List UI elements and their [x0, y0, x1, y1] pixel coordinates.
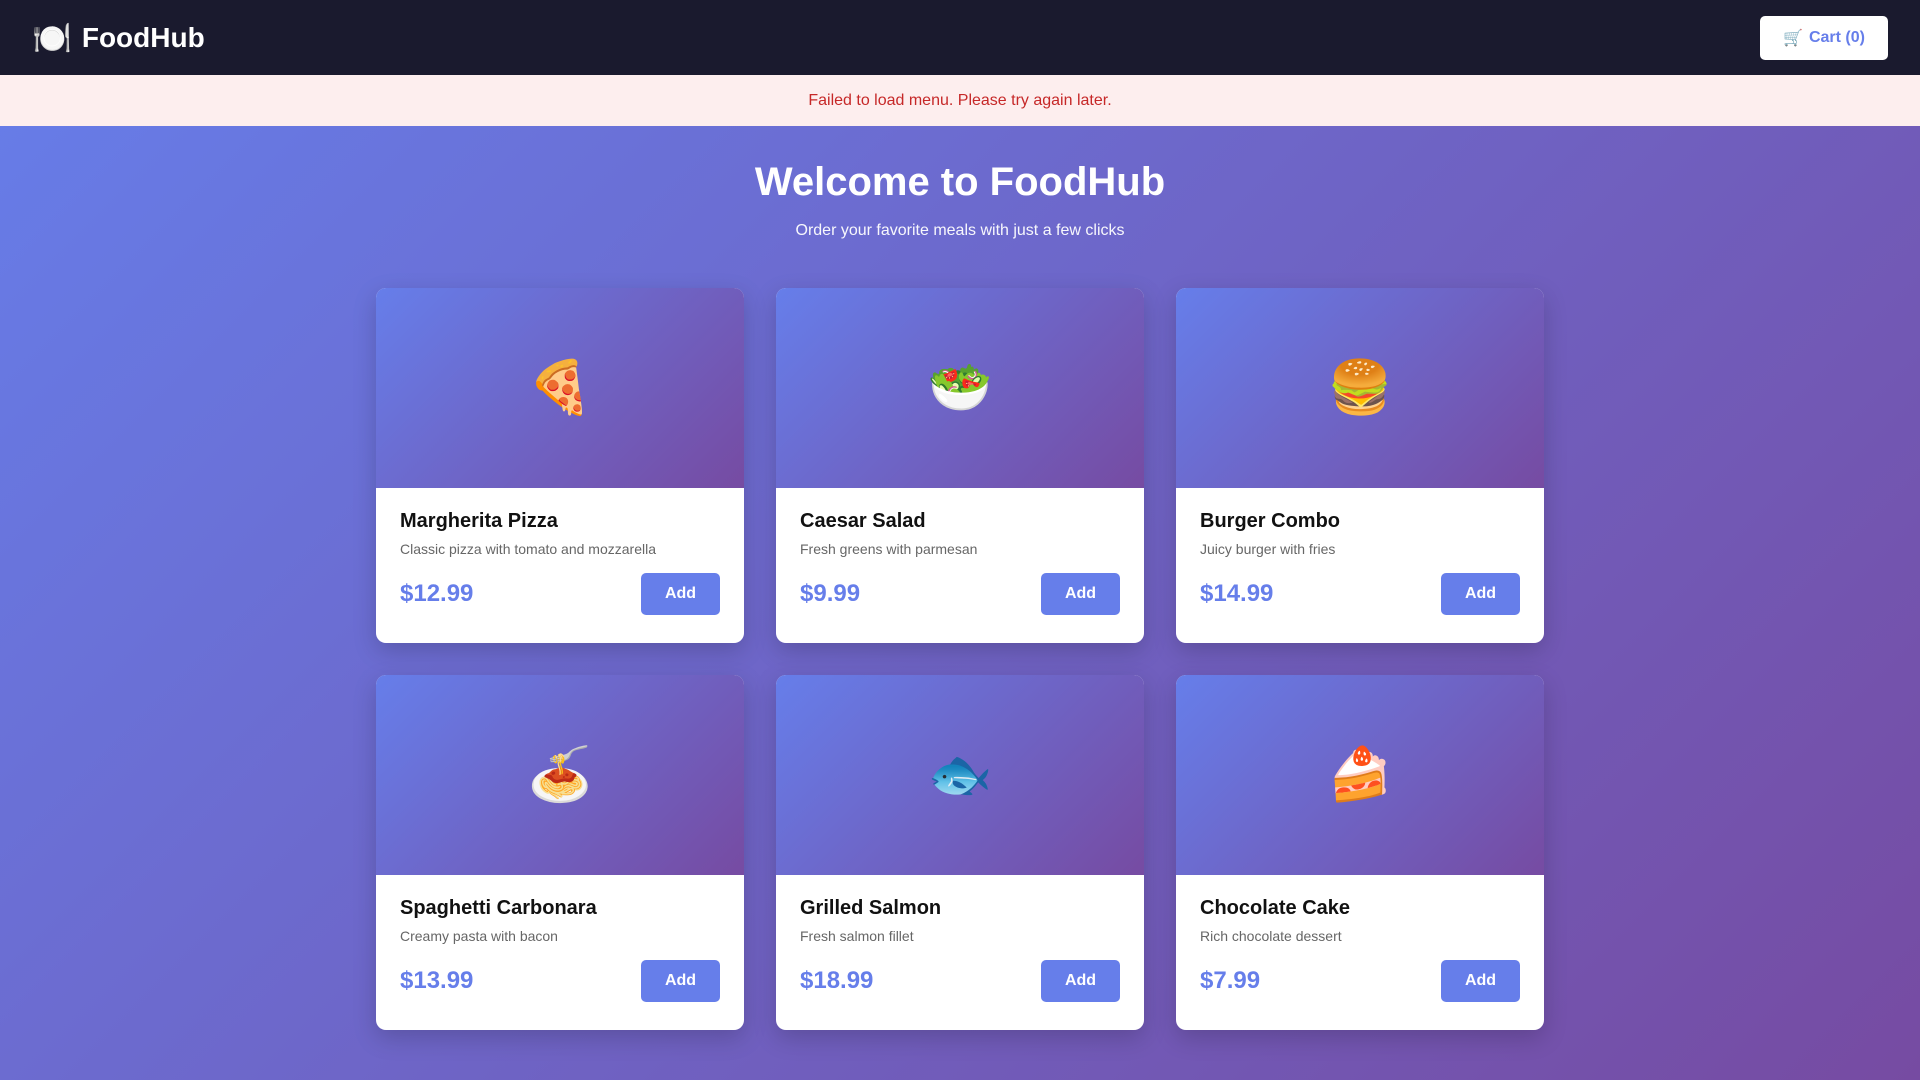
- menu-item-description: Creamy pasta with bacon: [400, 928, 558, 944]
- menu-item-description: Juicy burger with fries: [1200, 541, 1336, 557]
- menu-item-name: Margherita Pizza: [400, 510, 558, 532]
- menu-item-description: Classic pizza with tomato and mozzarella: [400, 541, 656, 557]
- menu-card: 🥗 Caesar Salad Fresh greens with parmesa…: [776, 288, 1144, 643]
- page-title: Welcome to FoodHub: [754, 160, 1166, 204]
- menu-grid: 🍕 Margherita Pizza Classic pizza with to…: [376, 288, 1544, 1030]
- error-message: Failed to load menu. Please try again la…: [808, 91, 1112, 109]
- menu-card-image: 🍝: [376, 675, 744, 875]
- menu-item-description: Fresh greens with parmesan: [800, 541, 978, 557]
- menu-card: 🐟 Grilled Salmon Fresh salmon fillet $18…: [776, 675, 1144, 1030]
- menu-item-price: $12.99: [400, 580, 474, 607]
- spaghetti-icon: 🍝: [527, 746, 593, 804]
- top-navbar: 🍽️ FoodHub 🛒 Cart (0): [0, 0, 1920, 75]
- brand[interactable]: 🍽️ FoodHub: [32, 22, 205, 54]
- error-alert: Failed to load menu. Please try again la…: [0, 75, 1920, 126]
- menu-card: 🍰 Chocolate Cake Rich chocolate dessert …: [1176, 675, 1544, 1030]
- page-subtitle: Order your favorite meals with just a fe…: [795, 222, 1125, 239]
- menu-item-name: Caesar Salad: [800, 510, 926, 532]
- menu-item-price: $7.99: [1200, 967, 1261, 994]
- menu-card-image: 🥗: [776, 288, 1144, 488]
- menu-item-name: Grilled Salmon: [800, 897, 942, 919]
- menu-item-description: Rich chocolate dessert: [1200, 928, 1342, 944]
- add-to-cart-button[interactable]: Add: [1441, 960, 1520, 1002]
- cart-label: Cart (0): [1808, 28, 1865, 46]
- menu-item-name: Burger Combo: [1200, 510, 1340, 532]
- salad-icon: 🥗: [927, 359, 993, 417]
- plate-utensils-icon: 🍽️: [32, 19, 72, 56]
- add-to-cart-button[interactable]: Add: [641, 960, 720, 1002]
- menu-item-name: Spaghetti Carbonara: [400, 897, 597, 919]
- menu-card: 🍔 Burger Combo Juicy burger with fries $…: [1176, 288, 1544, 643]
- add-to-cart-button[interactable]: Add: [1441, 573, 1520, 615]
- add-to-cart-button[interactable]: Add: [1041, 573, 1120, 615]
- menu-item-price: $18.99: [800, 967, 874, 994]
- menu-card-image: 🍔: [1176, 288, 1544, 488]
- burger-icon: 🍔: [1327, 359, 1393, 417]
- cart-button[interactable]: 🛒 Cart (0): [1760, 15, 1888, 60]
- fish-icon: 🐟: [927, 746, 993, 804]
- cart-icon: 🛒: [1783, 29, 1803, 47]
- brand-name: FoodHub: [81, 21, 205, 53]
- hero-section: Welcome to FoodHub Order your favorite m…: [0, 126, 1920, 240]
- menu-item-price: $13.99: [400, 967, 474, 994]
- menu-item-name: Chocolate Cake: [1200, 897, 1351, 919]
- add-to-cart-button[interactable]: Add: [1041, 960, 1120, 1002]
- cake-icon: 🍰: [1327, 746, 1393, 804]
- menu-card-image: 🐟: [776, 675, 1144, 875]
- pizza-icon: 🍕: [527, 359, 593, 417]
- menu-card-image: 🍰: [1176, 675, 1544, 875]
- menu-item-price: $9.99: [800, 580, 861, 607]
- add-to-cart-button[interactable]: Add: [641, 573, 720, 615]
- menu-card: 🍝 Spaghetti Carbonara Creamy pasta with …: [376, 675, 744, 1030]
- menu-item-description: Fresh salmon fillet: [800, 928, 914, 944]
- menu-item-price: $14.99: [1200, 580, 1274, 607]
- menu-card-image: 🍕: [376, 288, 744, 488]
- menu-card: 🍕 Margherita Pizza Classic pizza with to…: [376, 288, 744, 643]
